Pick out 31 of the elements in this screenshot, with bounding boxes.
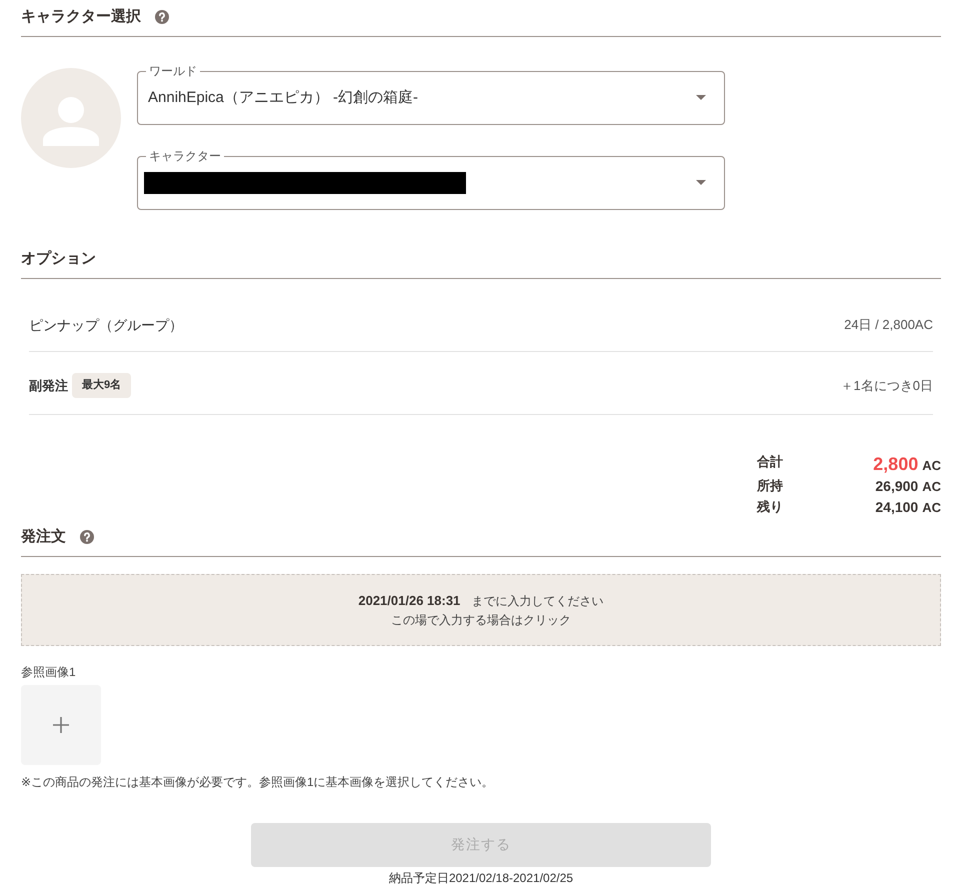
delivery-date-text: 納品予定日2021/02/18-2021/02/25 <box>388 870 574 886</box>
order-text-entry-area[interactable]: 2021/01/26 18:31 までに入力してください この場で入力する場合はクリック <box>21 574 941 646</box>
caret-icon <box>696 95 706 100</box>
currency-unit: AC <box>922 499 941 517</box>
summary-label: 残り <box>757 498 783 516</box>
section-title: キャラクター選択 <box>21 7 141 27</box>
dropdown-field[interactable]: ワールド AnnihEpica（アニエピカ） -幻創の箱庭- <box>137 65 725 125</box>
max-count-badge: 最大9名 <box>72 373 132 398</box>
section-title: オプション <box>21 249 96 269</box>
help-icon[interactable] <box>155 10 169 24</box>
option-name: ピンナップ（グループ） <box>29 316 183 335</box>
section-title: 発注文 <box>21 527 66 547</box>
plus-icon <box>52 716 70 734</box>
option-detail: 24日 / 2,800AC <box>844 316 933 334</box>
currency-unit: AC <box>922 478 941 496</box>
summary-amount: 24,100 <box>875 498 918 517</box>
caret-icon <box>696 180 706 185</box>
summary-label: 所持 <box>757 477 783 495</box>
avatar-placeholder-icon <box>21 68 121 168</box>
option-name: 副発注 <box>29 376 68 394</box>
summary-amount: 2,800 <box>873 453 918 476</box>
requirement-note: ※この商品の発注には基本画像が必要です。参照画像1に基本画像を選択してください。 <box>21 774 495 790</box>
option-detail: ＋1名につき0日 <box>840 376 933 394</box>
help-icon[interactable] <box>80 530 94 544</box>
currency-unit: AC <box>922 457 941 475</box>
deadline-text: 2021/01/26 18:31 までに入力してください <box>357 592 605 610</box>
dropdown-field[interactable]: キャラクター <box>137 150 725 210</box>
summary-amount: 26,900 <box>875 477 918 496</box>
reference-image-label: 参照画像1 <box>21 664 77 680</box>
summary-label: 合計 <box>757 453 783 471</box>
entry-hint-text: この場で入力する場合はクリック <box>390 612 572 629</box>
